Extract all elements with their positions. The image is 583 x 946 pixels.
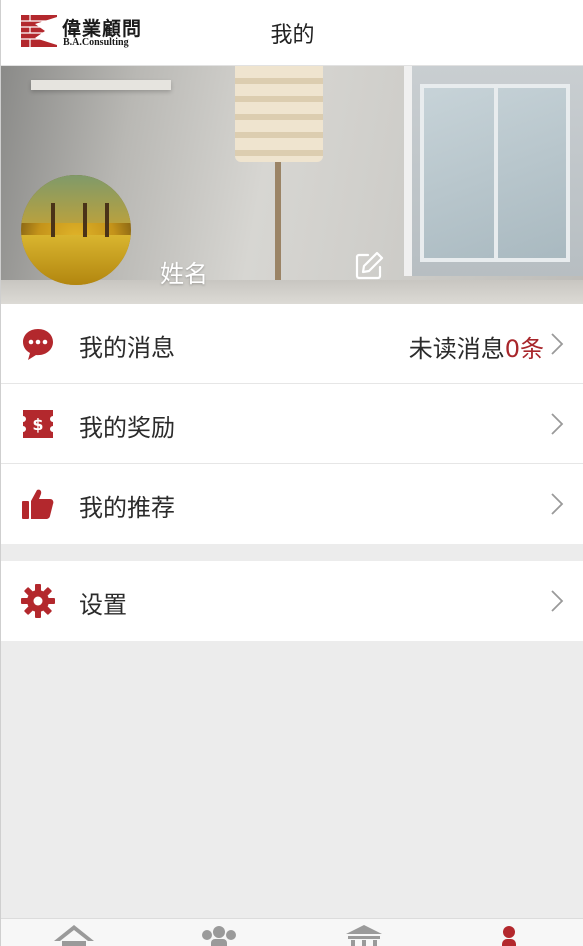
avatar-tree [83, 203, 87, 237]
edit-icon[interactable] [353, 250, 385, 282]
menu-item-recommendations[interactable]: 我的推荐 [1, 464, 583, 544]
settings-list: 设置 [1, 561, 583, 641]
menu-list: 我的消息 未读消息0条 $ 我的奖励 我的推荐 [1, 304, 583, 544]
avatar-sky [21, 175, 131, 223]
banner-window-bar [494, 84, 498, 262]
menu-item-label: 我的消息 [79, 334, 175, 362]
gear-icon [21, 584, 55, 618]
chevron-right-icon [551, 493, 564, 515]
unread-count: 0条 [504, 335, 544, 363]
banner-lamp [235, 66, 323, 162]
menu-item-rewards[interactable]: $ 我的奖励 [1, 384, 583, 464]
avatar[interactable] [21, 175, 131, 285]
bank-icon[interactable] [342, 923, 386, 946]
menu-item-label: 我的推荐 [79, 494, 175, 522]
avatar-ground [21, 235, 131, 285]
banner-lamp-pole [275, 162, 281, 280]
chevron-right-icon [551, 333, 564, 355]
chevron-right-icon [551, 590, 564, 612]
chat-bubble-icon [23, 329, 53, 360]
avatar-tree [105, 203, 109, 237]
dollar-ticket-icon: $ [23, 410, 53, 438]
svg-text:$: $ [32, 415, 43, 434]
person-icon[interactable] [487, 923, 531, 946]
menu-item-settings[interactable]: 设置 [1, 561, 583, 641]
avatar-tree [51, 203, 55, 237]
profile-banner: 姓名 [1, 66, 583, 304]
profile-name: 姓名 [160, 260, 208, 288]
thumbs-up-icon [22, 489, 54, 519]
banner-shelf [31, 80, 171, 90]
bottom-tab-bar [1, 918, 583, 946]
chevron-right-icon [551, 413, 564, 435]
menu-item-messages[interactable]: 我的消息 未读消息0条 [1, 304, 583, 384]
top-header: 偉業顧問 B.A.Consulting 我的 [1, 0, 583, 66]
page-title: 我的 [270, 23, 315, 48]
home-icon[interactable] [52, 923, 96, 946]
unread-messages-text: 未读消息 [408, 335, 505, 363]
menu-item-label: 我的奖励 [79, 414, 175, 442]
group-icon[interactable] [197, 923, 241, 946]
menu-item-label: 设置 [79, 591, 127, 619]
unread-messages-status: 未读消息0条 [409, 329, 544, 364]
